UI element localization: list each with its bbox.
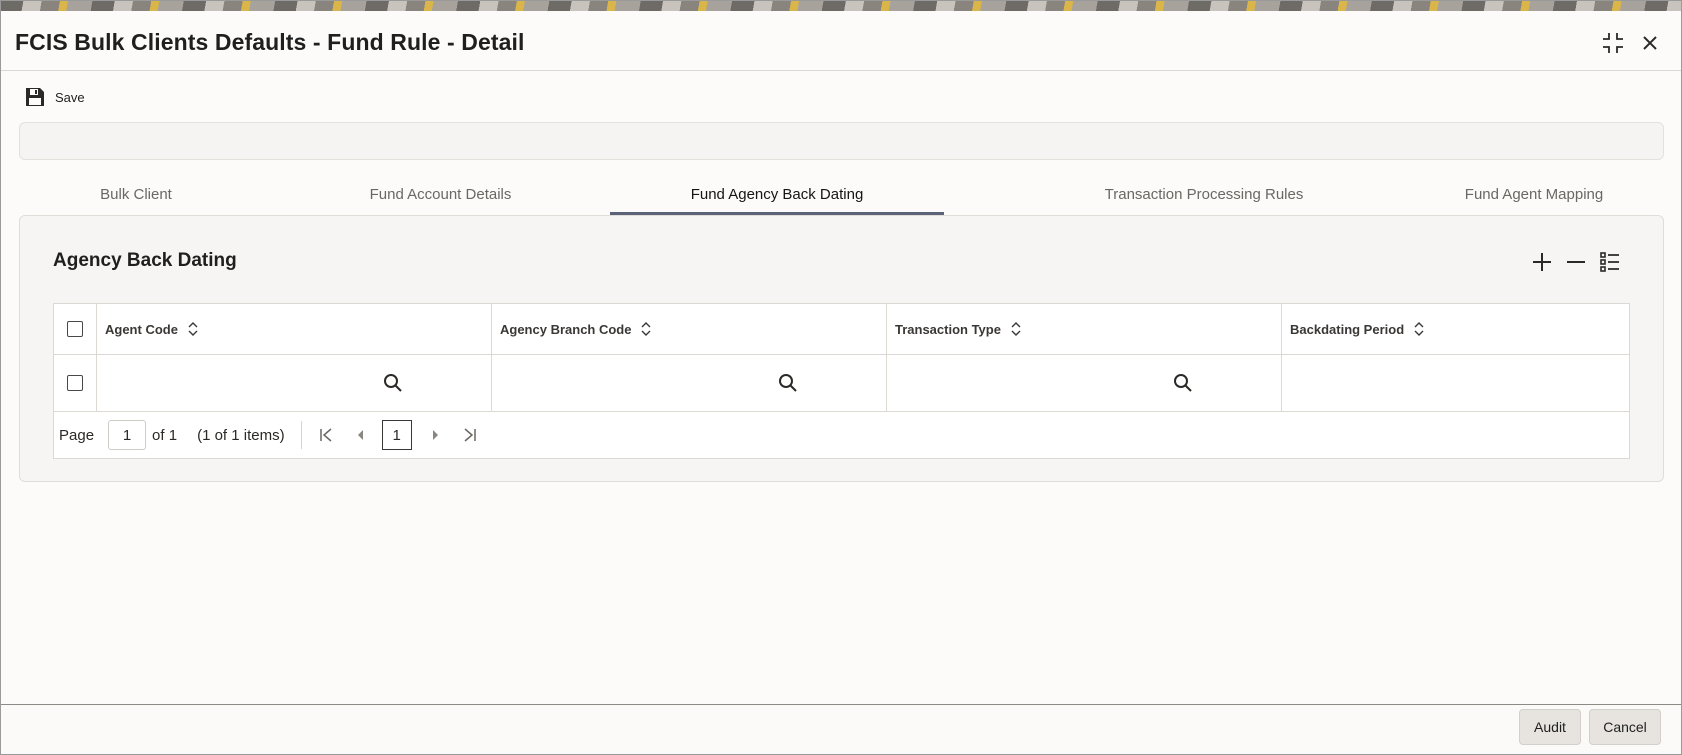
audit-button[interactable]: Audit bbox=[1519, 709, 1581, 745]
page-total-label: of 1 bbox=[152, 426, 178, 444]
row-checkbox[interactable] bbox=[67, 375, 83, 391]
item-count-label: (1 of 1 items) bbox=[197, 426, 285, 444]
agent-code-cell[interactable] bbox=[97, 355, 492, 411]
sort-icon[interactable] bbox=[1414, 322, 1424, 336]
add-icon bbox=[1533, 253, 1551, 271]
next-page-button[interactable] bbox=[426, 423, 446, 447]
previous-page-button[interactable] bbox=[350, 423, 370, 447]
previous-page-icon bbox=[357, 430, 363, 440]
grid-actions bbox=[1530, 250, 1622, 274]
page-label: Page bbox=[59, 426, 95, 444]
footer-bar: Audit Cancel bbox=[1, 704, 1681, 754]
tab-label: Fund Agency Back Dating bbox=[690, 185, 864, 203]
transaction-type-cell[interactable] bbox=[887, 355, 1282, 411]
agency-back-dating-panel: Agency Back Dating Agent Code Agency Bra… bbox=[19, 215, 1664, 482]
sort-icon[interactable] bbox=[641, 322, 651, 336]
agency-branch-code-cell[interactable] bbox=[492, 355, 887, 411]
sort-icon[interactable] bbox=[1011, 322, 1021, 336]
floppy-disk-icon bbox=[26, 88, 44, 106]
save-label: Save bbox=[55, 89, 85, 105]
tab-label: Fund Agent Mapping bbox=[1464, 185, 1604, 203]
close-icon bbox=[1643, 36, 1657, 50]
last-page-button[interactable] bbox=[460, 423, 480, 447]
column-header-transaction-type[interactable]: Transaction Type bbox=[887, 304, 1282, 354]
list-view-icon bbox=[1600, 252, 1619, 272]
page-number-input[interactable]: 1 bbox=[108, 420, 147, 450]
window-title: FCIS Bulk Clients Defaults - Fund Rule -… bbox=[15, 29, 525, 55]
remove-row-button[interactable] bbox=[1564, 250, 1588, 274]
tab-fund-account-details[interactable]: Fund Account Details bbox=[253, 173, 628, 215]
tab-label: Fund Account Details bbox=[369, 185, 512, 203]
grid-header-row: Agent Code Agency Branch Code Transactio… bbox=[54, 304, 1629, 355]
save-button[interactable]: Save bbox=[25, 85, 85, 109]
column-label: Agency Branch Code bbox=[500, 321, 632, 337]
next-page-icon bbox=[432, 430, 438, 440]
cancel-button[interactable]: Cancel bbox=[1589, 709, 1661, 745]
search-icon[interactable] bbox=[383, 373, 403, 398]
select-all-checkbox[interactable] bbox=[67, 321, 83, 337]
sort-icon[interactable] bbox=[188, 322, 198, 336]
first-page-icon bbox=[319, 428, 332, 442]
column-label: Backdating Period bbox=[1290, 321, 1405, 337]
maximize-icon bbox=[1603, 33, 1623, 53]
tab-bulk-client[interactable]: Bulk Client bbox=[19, 173, 253, 215]
search-icon[interactable] bbox=[778, 373, 798, 398]
maximize-button[interactable] bbox=[1599, 29, 1627, 57]
add-row-button[interactable] bbox=[1530, 250, 1554, 274]
tab-label: Transaction Processing Rules bbox=[1104, 185, 1304, 203]
single-record-view-button[interactable] bbox=[1598, 250, 1622, 274]
column-header-agent-code[interactable]: Agent Code bbox=[97, 304, 492, 354]
table-row bbox=[54, 355, 1629, 412]
column-label: Transaction Type bbox=[895, 321, 1001, 337]
close-button[interactable] bbox=[1636, 29, 1664, 57]
column-label: Agent Code bbox=[105, 321, 178, 337]
tab-bar: Bulk Client Fund Account Details Fund Ag… bbox=[19, 173, 1664, 215]
column-header-backdating-period[interactable]: Backdating Period bbox=[1282, 304, 1631, 354]
tab-fund-agent-mapping[interactable]: Fund Agent Mapping bbox=[1404, 173, 1664, 215]
search-icon[interactable] bbox=[1173, 373, 1193, 398]
section-title: Agency Back Dating bbox=[53, 250, 237, 271]
header-select-cell bbox=[54, 304, 97, 354]
title-bar: FCIS Bulk Clients Defaults - Fund Rule -… bbox=[1, 11, 1681, 71]
first-page-button[interactable] bbox=[316, 423, 336, 447]
row-select-cell bbox=[54, 355, 97, 411]
backdating-period-cell[interactable] bbox=[1282, 355, 1631, 411]
tab-transaction-processing-rules[interactable]: Transaction Processing Rules bbox=[1004, 173, 1404, 215]
column-header-agency-branch-code[interactable]: Agency Branch Code bbox=[492, 304, 887, 354]
last-page-icon bbox=[464, 428, 476, 442]
current-page-button[interactable]: 1 bbox=[381, 420, 412, 450]
window-top-decoration bbox=[1, 1, 1681, 11]
pager-divider bbox=[300, 421, 302, 449]
fund-rule-detail-window: FCIS Bulk Clients Defaults - Fund Rule -… bbox=[0, 0, 1682, 755]
remove-icon bbox=[1567, 261, 1585, 263]
tab-fund-agency-back-dating[interactable]: Fund Agency Back Dating bbox=[610, 173, 944, 215]
agency-back-dating-grid: Agent Code Agency Branch Code Transactio… bbox=[53, 303, 1630, 459]
pagination: Page 1 of 1 (1 of 1 items) 1 bbox=[54, 412, 1629, 458]
tab-label: Bulk Client bbox=[100, 185, 172, 203]
header-info-strip bbox=[19, 122, 1664, 160]
toolbar: Save bbox=[1, 77, 1681, 117]
